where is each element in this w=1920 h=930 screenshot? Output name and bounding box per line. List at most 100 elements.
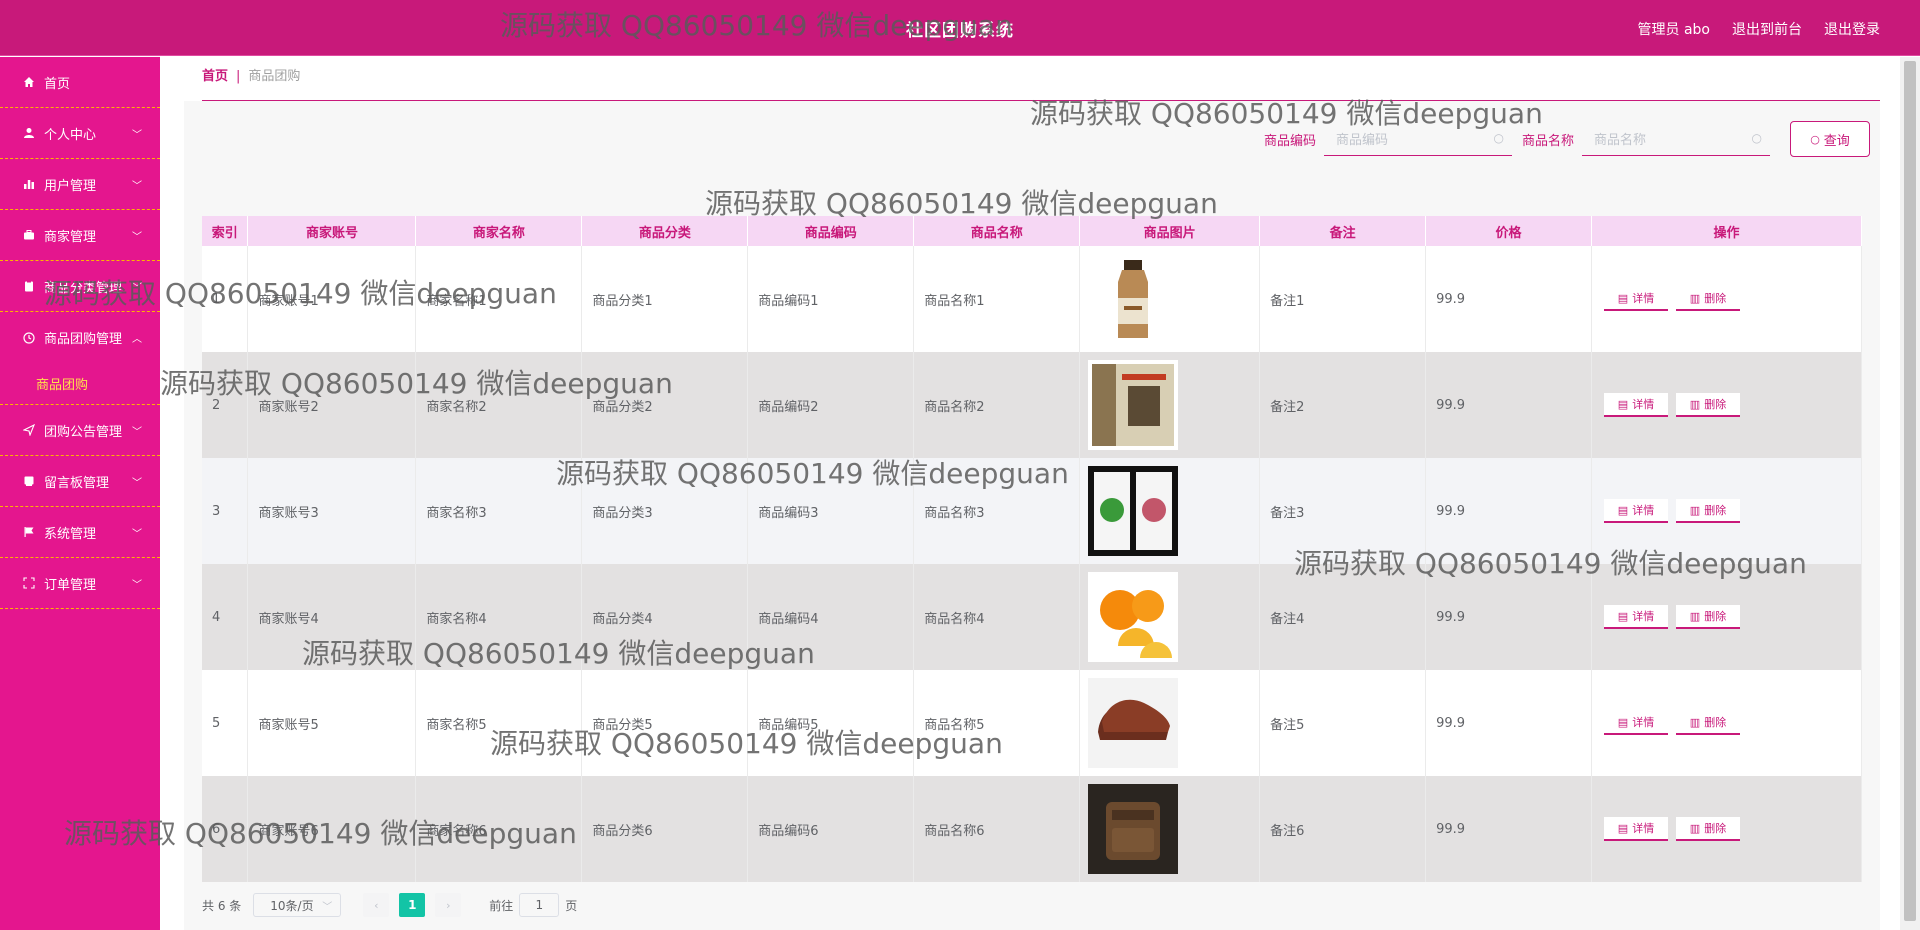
goto-prefix: 前往 — [489, 898, 514, 913]
clock-icon — [22, 331, 36, 345]
col-header: 索引 — [202, 216, 249, 246]
delete-button[interactable]: ▥ 删除 — [1676, 499, 1740, 523]
sidebar-item-announcements[interactable]: 团购公告管理 ﹀ — [0, 405, 160, 456]
delete-label: 删除 — [1704, 822, 1727, 835]
col-header: 商品图片 — [1079, 216, 1261, 246]
cell-price: 99.9 — [1425, 352, 1592, 458]
sidebar-item-messages[interactable]: 留言板管理 ﹀ — [0, 456, 160, 507]
sidebar-item-label: 商品分类管理 — [44, 280, 123, 296]
detail-label: 详情 — [1632, 398, 1655, 411]
cell-code: 商品编码4 — [747, 564, 915, 670]
cell-name: 商品名称3 — [913, 458, 1081, 564]
name-search-input[interactable]: 商品名称 ○ — [1582, 122, 1770, 156]
delete-label: 删除 — [1704, 292, 1727, 305]
trash-icon: ▥ — [1689, 503, 1701, 517]
logout-link[interactable]: 退出登录 — [1824, 19, 1880, 39]
row-actions: ▤ 详情 ▥ 删除 — [1602, 711, 1861, 735]
sidebar-item-users[interactable]: 用户管理 ﹀ — [0, 159, 160, 210]
document-icon: ▤ — [1617, 397, 1629, 411]
cell-code: 商品编码2 — [747, 352, 915, 458]
table-row: 2 商家账号2 商家名称2 商品分类2 商品编码2 商品名称2 备注2 99.9 ▤ 详情 ▥ 删除 — [202, 352, 1862, 458]
sidebar-subitem-group-buy[interactable]: 商品团购 — [0, 363, 160, 405]
chevron-down-icon: ﹀ — [132, 478, 142, 489]
cell-code: 商品编码5 — [747, 670, 915, 776]
cell-account: 商家账号3 — [247, 458, 417, 564]
delete-button[interactable]: ▥ 删除 — [1676, 393, 1740, 417]
scrollbar-thumb[interactable] — [1904, 61, 1916, 921]
code-search-input[interactable]: 商品编码 ○ — [1323, 122, 1512, 156]
cell-remark: 备注2 — [1259, 352, 1427, 458]
leather-shoe-image[interactable] — [1088, 678, 1259, 768]
goto-page-input[interactable]: 1 — [519, 893, 560, 917]
trash-icon: ▥ — [1689, 291, 1701, 305]
detail-button[interactable]: ▤ 详情 — [1604, 499, 1668, 523]
cell-remark: 备注1 — [1259, 246, 1427, 352]
breadcrumb: 首页 | 商品团购 — [202, 65, 1880, 101]
delete-button[interactable]: ▥ 删除 — [1676, 817, 1740, 841]
code-placeholder: 商品编码 — [1335, 133, 1388, 148]
cell-category: 商品分类5 — [581, 670, 749, 776]
chevron-right-icon: › — [446, 898, 451, 912]
page-number-current[interactable]: 1 — [399, 893, 426, 917]
cell-remark: 备注3 — [1259, 458, 1427, 564]
cell-account: 商家账号5 — [247, 670, 417, 776]
cell-merchant: 商家名称3 — [415, 458, 583, 564]
cell-actions: ▤ 详情 ▥ 删除 — [1591, 564, 1862, 670]
sidebar-item-categories[interactable]: 商品分类管理 ﹀ — [0, 261, 160, 312]
milk-bottle-image[interactable] — [1088, 254, 1259, 344]
chevron-down-icon: ﹀ — [322, 902, 333, 913]
admin-user[interactable]: 管理员 abo — [1638, 19, 1710, 39]
sidebar-item-home[interactable]: 首页 — [0, 57, 160, 108]
cell-actions: ▤ 详情 ▥ 删除 — [1591, 670, 1862, 776]
cell-category: 商品分类4 — [581, 564, 749, 670]
cell-index: 6 — [202, 776, 249, 882]
detail-button[interactable]: ▤ 详情 — [1604, 393, 1668, 417]
col-header: 操作 — [1591, 216, 1862, 246]
col-header: 商家名称 — [415, 216, 583, 246]
sidebar-item-profile[interactable]: 个人中心 ﹀ — [0, 108, 160, 159]
sidebar-item-label: 团购公告管理 — [44, 424, 123, 440]
cell-name: 商品名称6 — [913, 776, 1081, 882]
delete-button[interactable]: ▥ 删除 — [1676, 605, 1740, 629]
col-header: 商品分类 — [581, 216, 749, 246]
prev-page-button[interactable]: ‹ — [363, 893, 390, 917]
detail-button[interactable]: ▤ 详情 — [1604, 605, 1668, 629]
goto-suffix: 页 — [565, 898, 578, 913]
cell-category: 商品分类3 — [581, 458, 749, 564]
cell-remark: 备注4 — [1259, 564, 1427, 670]
cell-price: 99.9 — [1425, 776, 1592, 882]
next-page-button[interactable]: › — [435, 893, 462, 917]
detail-button[interactable]: ▤ 详情 — [1604, 287, 1668, 311]
delete-button[interactable]: ▥ 删除 — [1676, 711, 1740, 735]
sidebar-item-system[interactable]: 系统管理 ﹀ — [0, 507, 160, 558]
flag-icon — [22, 525, 36, 539]
detail-button[interactable]: ▤ 详情 — [1604, 711, 1668, 735]
query-button[interactable]: ○ 查询 — [1790, 121, 1870, 157]
breadcrumb-separator: | — [236, 69, 241, 84]
orange-image[interactable] — [1088, 572, 1259, 662]
delete-button[interactable]: ▥ 删除 — [1676, 287, 1740, 311]
total-count: 共 6 条 — [202, 898, 242, 913]
waist-bag-image[interactable] — [1088, 784, 1259, 874]
sidebar-item-label: 首页 — [44, 76, 71, 92]
document-icon: ▤ — [1617, 291, 1629, 305]
sidebar-item-orders[interactable]: 订单管理 ﹀ — [0, 558, 160, 609]
breadcrumb-home[interactable]: 首页 — [202, 69, 228, 84]
cell-image — [1079, 246, 1261, 352]
cell-category: 商品分类1 — [581, 246, 749, 352]
sidebar-item-label: 商家管理 — [44, 229, 97, 245]
sidebar-item-merchants[interactable]: 商家管理 ﹀ — [0, 210, 160, 261]
query-button-label: 查询 — [1823, 133, 1850, 149]
cell-merchant: 商家名称5 — [415, 670, 583, 776]
sidebar-item-group-buy[interactable]: 商品团购管理 ︿ — [0, 312, 160, 363]
cell-merchant: 商家名称4 — [415, 564, 583, 670]
col-header: 价格 — [1425, 216, 1592, 246]
book-box-image[interactable] — [1088, 360, 1259, 450]
cell-image — [1079, 564, 1261, 670]
detail-button[interactable]: ▤ 详情 — [1604, 817, 1668, 841]
page-size-select[interactable]: 10条/页 ﹀ — [253, 893, 342, 917]
tea-pack-image[interactable] — [1088, 466, 1259, 556]
vertical-scrollbar[interactable] — [1900, 57, 1920, 930]
back-to-front-link[interactable]: 退出到前台 — [1732, 19, 1802, 39]
table-header-row: 索引 商家账号 商家名称 商品分类 商品编码 商品名称 商品图片 备注 价格 操… — [202, 216, 1862, 246]
